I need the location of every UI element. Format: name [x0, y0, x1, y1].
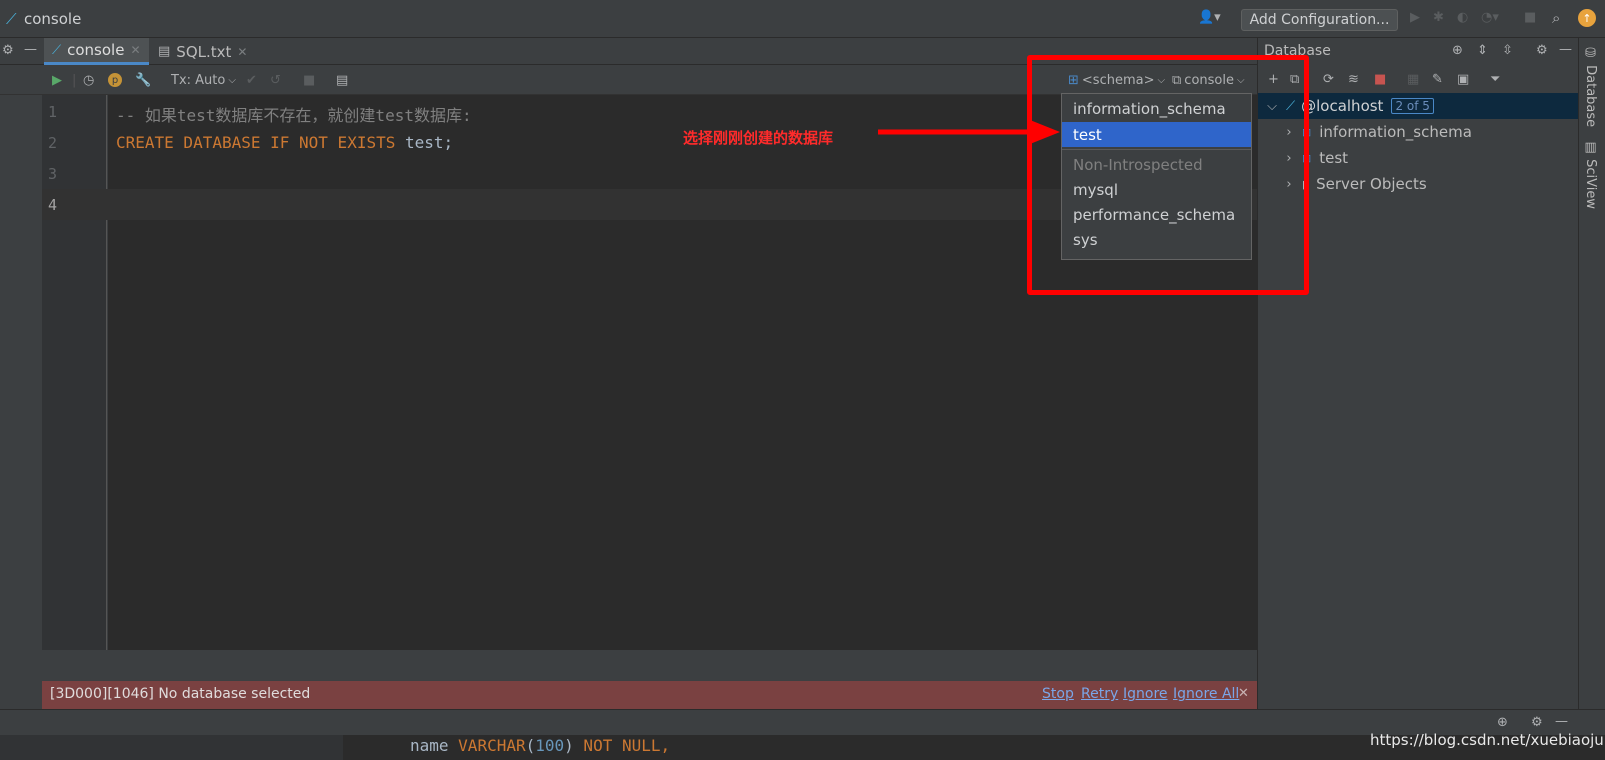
sciview-stripe-icon: ▥ — [1583, 140, 1598, 160]
minimize-icon[interactable]: — — [1555, 714, 1568, 729]
paren-close: ) — [564, 736, 574, 755]
edit-icon[interactable]: ✎ — [1432, 72, 1443, 87]
cancel-statement-icon[interactable]: ■ — [303, 70, 315, 90]
disconnect-icon[interactable]: ■ — [1374, 72, 1386, 87]
annotation-arrow — [878, 120, 1060, 144]
tree-item-label: Server Objects — [1316, 175, 1427, 193]
stop-icon[interactable]: ■ — [1524, 10, 1536, 25]
retry-link[interactable]: Retry — [1081, 686, 1118, 702]
sql-keywords: CREATE DATABASE IF NOT EXISTS — [116, 133, 396, 152]
database-stripe-icon: ⛁ — [1583, 46, 1598, 66]
stop-link[interactable]: Stop — [1042, 686, 1074, 702]
tree-item-label: information_schema — [1319, 123, 1472, 141]
search-icon[interactable]: ⌕ — [1552, 9, 1560, 27]
refresh-icon[interactable]: ⟳ — [1323, 72, 1334, 87]
transaction-mode-dropdown[interactable]: Tx: Auto ⌵ — [171, 70, 236, 90]
sciview-tool-tab[interactable]: ▥ SciView — [1583, 140, 1598, 209]
navigation-bar: ⟋ console 👤▾ Add Configuration... ▶ ✱ ◐ … — [0, 0, 1605, 38]
minimize-icon[interactable]: — — [24, 42, 37, 57]
filter-icon[interactable]: ⏷ — [1490, 72, 1500, 87]
line-number: 2 — [48, 134, 58, 152]
schema-count-badge[interactable]: 2 of 5 — [1391, 98, 1434, 114]
rollback-icon[interactable]: ↺ — [270, 70, 281, 90]
locate-icon[interactable]: ⊕ — [1497, 715, 1508, 730]
wrench-icon[interactable]: 🔧 — [135, 70, 151, 90]
close-icon[interactable]: ✕ — [1238, 686, 1249, 701]
gear-icon[interactable]: ⚙ — [1531, 715, 1543, 730]
right-tool-stripe: ⛁ Database ▥ SciView — [1578, 38, 1605, 709]
ql-console-icon[interactable]: ▣ — [1457, 72, 1469, 87]
error-message: [3D000][1046] No database selected — [50, 686, 311, 702]
user-icon[interactable]: 👤▾ — [1198, 10, 1221, 25]
debug-icon[interactable]: ✱ — [1433, 10, 1444, 25]
line-number: 1 — [48, 103, 58, 121]
update-icon[interactable]: ↑ — [1578, 9, 1596, 27]
error-notification-bar: [3D000][1046] No database selected Stop … — [42, 681, 1257, 709]
breadcrumb-console[interactable]: console — [24, 10, 81, 28]
annotation-label: 选择刚刚创建的数据库 — [683, 129, 834, 147]
tool-tab-label: Database — [1583, 65, 1598, 128]
collapse-all-icon[interactable]: ⇳ — [1502, 43, 1513, 58]
parameters-icon[interactable]: p — [108, 73, 122, 87]
ignore-all-link[interactable]: Ignore All — [1173, 686, 1239, 702]
bottom-code-line: name VARCHAR(100) NOT NULL, — [410, 736, 670, 755]
paren-open: ( — [525, 736, 536, 755]
arrow-head — [1030, 120, 1060, 144]
chevron-down-icon: ⌵ — [228, 74, 236, 86]
tool-tab-label: SciView — [1583, 159, 1598, 210]
close-icon[interactable]: ✕ — [237, 45, 247, 59]
table-view-icon[interactable]: ▦ — [1407, 72, 1419, 87]
gear-icon[interactable]: ⚙ — [1536, 43, 1548, 58]
tab-sql-txt[interactable]: ▤ SQL.txt ✕ — [150, 38, 255, 65]
tree-item-label: test — [1319, 149, 1349, 167]
commit-icon[interactable]: ✔ — [246, 70, 257, 90]
profile-icon[interactable]: ◔▾ — [1481, 10, 1499, 25]
mysql-console-icon: ⟋ — [52, 42, 62, 58]
locate-icon[interactable]: ⊕ — [1452, 43, 1463, 58]
bottom-panel-header: ⊕ ⚙ — — [0, 709, 1605, 735]
separator: | — [72, 72, 77, 88]
schema-sync-icon[interactable]: ≋ — [1348, 72, 1359, 87]
code-line-create-database: CREATE DATABASE IF NOT EXISTS test; — [116, 133, 453, 152]
annotation-highlight-box — [1027, 55, 1309, 295]
tree-item-label: @localhost — [1301, 97, 1384, 115]
column-constraint: NOT NULL, — [573, 736, 671, 755]
bottom-editor-gutter — [0, 735, 343, 760]
line-number: 3 — [48, 165, 58, 183]
add-configuration-button[interactable]: Add Configuration... — [1241, 9, 1398, 31]
tab-console[interactable]: ⟋ console ✕ — [44, 38, 149, 65]
tx-mode-label: Tx: Auto — [171, 72, 226, 88]
column-type: VARCHAR — [458, 736, 526, 755]
code-comment-line: -- 如果test数据库不存在，就创建test数据库: — [116, 106, 472, 125]
output-settings-icon[interactable]: ▤ — [336, 70, 348, 90]
minimize-icon[interactable]: — — [1559, 42, 1572, 57]
tab-label: console — [67, 41, 125, 59]
line-number: 4 — [48, 196, 58, 214]
expand-all-icon[interactable]: ⇕ — [1477, 43, 1488, 58]
tab-label: SQL.txt — [176, 42, 232, 61]
coverage-icon[interactable]: ◐ — [1457, 10, 1468, 25]
run-icon[interactable]: ▶ — [1410, 10, 1420, 25]
editor-bottom-strip — [42, 650, 1257, 680]
column-name: name — [410, 736, 459, 755]
mysql-console-icon: ⟋ — [6, 10, 17, 28]
database-tool-tab[interactable]: ⛁ Database — [1583, 46, 1598, 127]
column-size: 100 — [535, 736, 565, 755]
ignore-link[interactable]: Ignore — [1123, 686, 1168, 702]
text-file-icon: ▤ — [158, 44, 171, 59]
execute-icon[interactable]: ▶ — [52, 70, 62, 90]
history-icon[interactable]: ◷ — [83, 70, 94, 90]
watermark-url: https://blog.csdn.net/xuebiaojun — [1370, 731, 1605, 749]
sql-identifier: test; — [395, 133, 454, 152]
gear-icon[interactable]: ⚙ — [2, 43, 14, 58]
close-icon[interactable]: ✕ — [130, 43, 140, 57]
